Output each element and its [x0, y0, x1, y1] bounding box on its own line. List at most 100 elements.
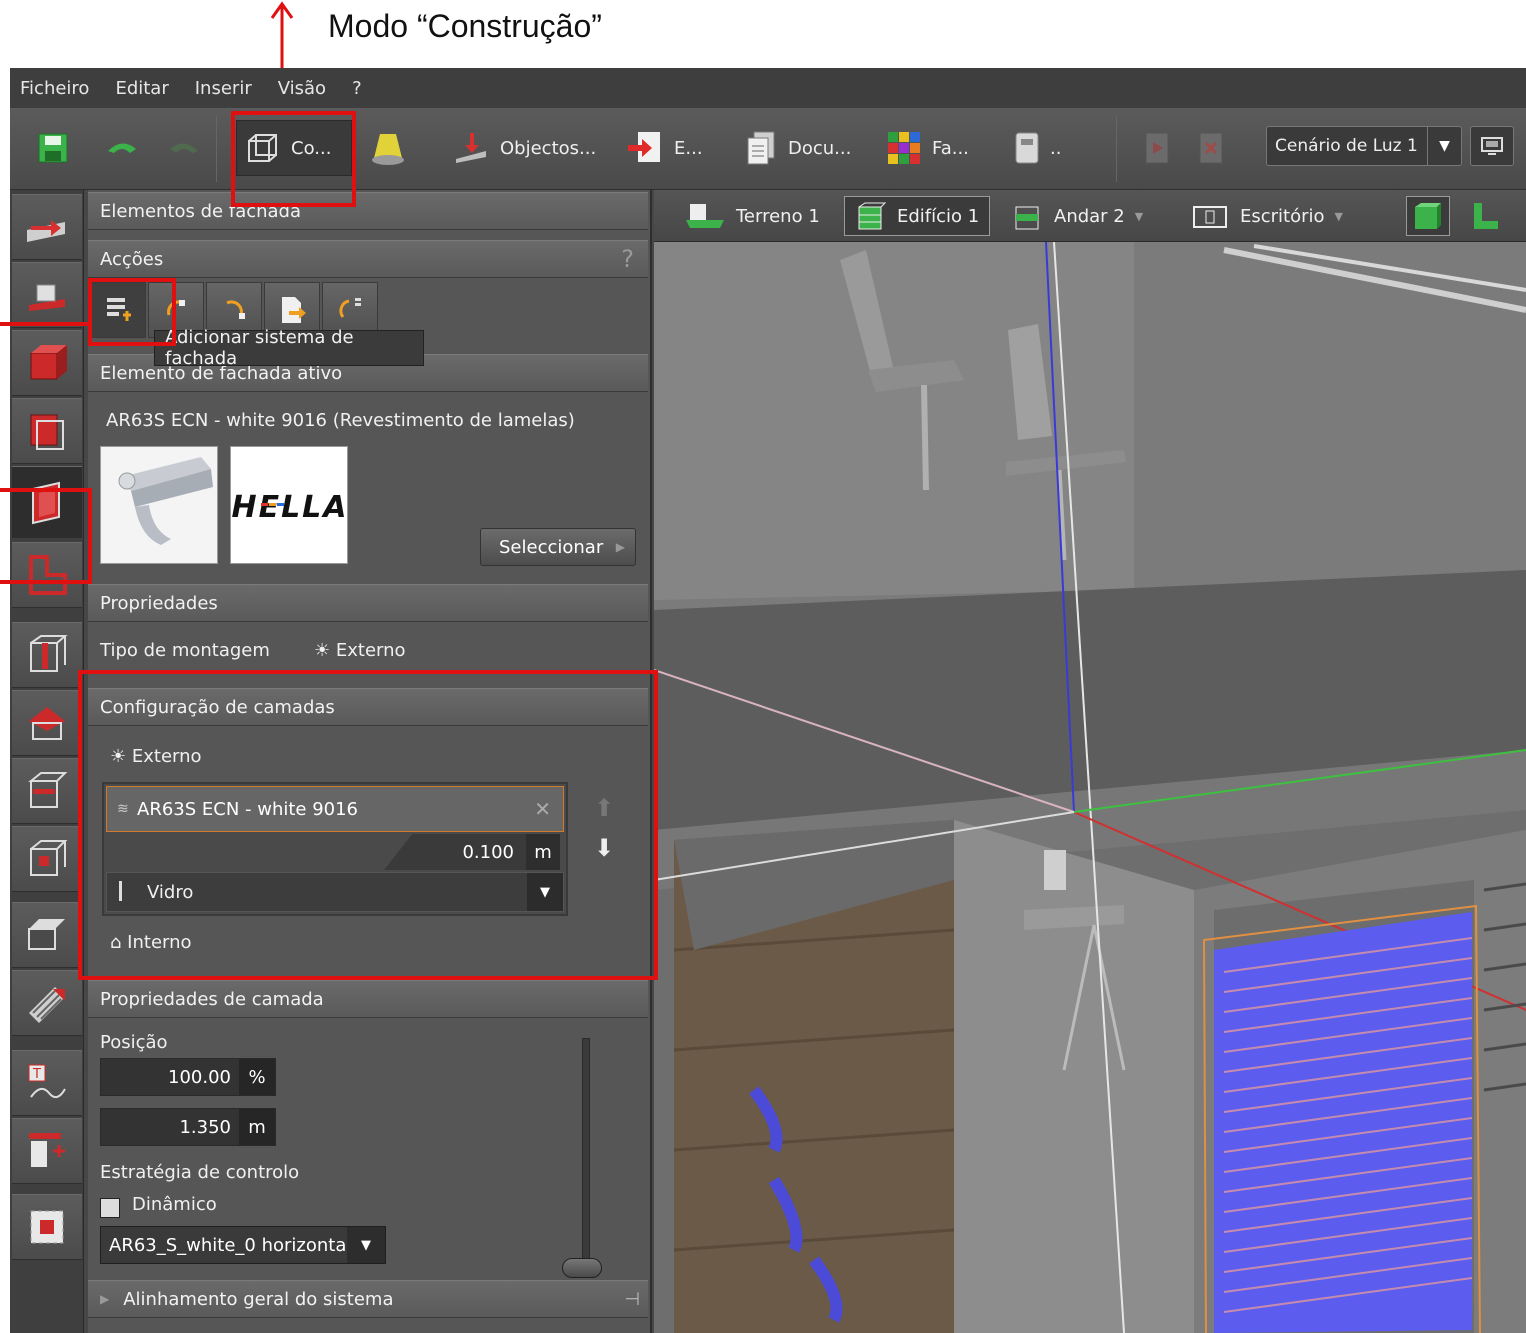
- position-meters-field[interactable]: 1.350 m: [100, 1108, 276, 1146]
- menu-help[interactable]: ?: [352, 78, 362, 99]
- document-export-icon: [282, 297, 306, 323]
- slat-profile-image: [101, 447, 217, 563]
- sun-icon: ☀: [110, 746, 127, 767]
- active-element-name: AR63S ECN - white 9016 (Revestimento de …: [106, 410, 575, 431]
- arrow-import-icon: [27, 220, 65, 242]
- room-tool-button[interactable]: [12, 542, 82, 608]
- position-meters-unit: m: [239, 1109, 275, 1145]
- svg-text:T: T: [32, 1067, 41, 1082]
- room-outline-icon: [29, 555, 67, 595]
- menu-file[interactable]: Ficheiro: [20, 78, 89, 99]
- export-button[interactable]: E...: [626, 120, 703, 176]
- close-icon[interactable]: ✕: [534, 797, 551, 821]
- position-percent-unit: %: [239, 1059, 275, 1095]
- brand-logo: HELLA: [230, 446, 348, 564]
- undo-icon: [108, 143, 136, 153]
- dynamic-checkbox[interactable]: [100, 1198, 120, 1218]
- measure-tool-button[interactable]: [12, 1194, 82, 1260]
- column-tool-button[interactable]: [12, 622, 82, 688]
- layer-name: AR63S ECN - white 9016: [137, 798, 359, 820]
- thickness-unit: m: [526, 834, 560, 870]
- light-mode-button[interactable]: [368, 120, 408, 176]
- save-button[interactable]: [36, 120, 70, 176]
- layer-stack: ≋ AR63S ECN - white 9016 ✕ 0.100 m Vidro…: [102, 782, 568, 916]
- furniture-tool-button[interactable]: [12, 262, 82, 328]
- chevron-right-icon: ▶: [615, 540, 625, 554]
- move-layer-up-icon[interactable]: ⬆: [594, 794, 614, 822]
- hatch-tool-button[interactable]: [12, 970, 82, 1036]
- plan-view-button[interactable]: [1470, 196, 1500, 236]
- add-facade-system-button[interactable]: [90, 282, 146, 338]
- terrain-breadcrumb[interactable]: Terreno 1: [684, 196, 820, 236]
- position-slider-track[interactable]: [582, 1038, 590, 1278]
- light-scene-select[interactable]: Cenário de Luz 1 ▼: [1266, 126, 1462, 166]
- 3d-view-button[interactable]: [1406, 196, 1450, 236]
- chevron-down-icon: ▼: [347, 1227, 385, 1263]
- select-button-label: Seleccionar: [499, 536, 604, 558]
- lamp-icon: [372, 134, 404, 165]
- menu-insert[interactable]: Inserir: [195, 78, 252, 99]
- highlight-connector-line: [0, 322, 90, 326]
- add-list-icon: [107, 298, 131, 321]
- more-label: ..: [1050, 137, 1062, 159]
- move-layer-down-icon[interactable]: ⬇: [594, 834, 614, 862]
- menu-view[interactable]: Visão: [278, 78, 326, 99]
- text-curve-icon: T: [28, 1064, 66, 1099]
- drag-handle-icon[interactable]: ≋: [117, 801, 129, 817]
- navigation-bar: Terreno 1 Edifício 1 Andar 2 ▼ Escritóri…: [654, 190, 1526, 242]
- mounting-value-text: Externo: [335, 640, 406, 661]
- layer-props-header: Propriedades de camada: [88, 980, 648, 1018]
- alignment-header[interactable]: ▶ Alinhamento geral do sistema ⊣: [88, 1280, 648, 1318]
- position-slider-handle[interactable]: [562, 1258, 602, 1278]
- room-breadcrumb[interactable]: Escritório ▼: [1190, 196, 1343, 236]
- help-icon[interactable]: ?: [621, 245, 634, 273]
- control-profile-select[interactable]: AR63_S_white_0 horizontal ▼: [100, 1226, 386, 1264]
- play-button[interactable]: [1144, 120, 1170, 176]
- construction-mode-button[interactable]: Co...: [236, 120, 352, 176]
- chevron-down-icon: ▼: [527, 873, 563, 911]
- presentation-button[interactable]: [1470, 126, 1514, 166]
- redo-button[interactable]: [164, 120, 204, 176]
- measure-frame-icon: [30, 1210, 64, 1244]
- facade-tool-button[interactable]: [12, 466, 82, 538]
- text-tool-button[interactable]: T: [12, 1050, 82, 1116]
- walls-tool-button[interactable]: [12, 330, 82, 396]
- interior-tool-button[interactable]: [12, 826, 82, 892]
- layer-item[interactable]: ≋ AR63S ECN - white 9016 ✕: [106, 786, 564, 832]
- terrain-icon: [686, 204, 724, 228]
- pin-icon[interactable]: ⊣: [624, 1289, 640, 1310]
- cut-tool-button[interactable]: [12, 902, 82, 968]
- site-tool-button[interactable]: [12, 194, 82, 260]
- hella-logo: HELLA: [231, 447, 348, 563]
- stop-button[interactable]: [1198, 120, 1224, 176]
- glass-layer-select[interactable]: Vidro ▼: [106, 872, 564, 912]
- layer-thickness-field[interactable]: 0.100 m: [384, 834, 560, 870]
- insert-tool-button[interactable]: [12, 1118, 82, 1184]
- 3d-viewport[interactable]: Terreno 1 Edifício 1 Andar 2 ▼ Escritóri…: [654, 190, 1526, 1333]
- menu-edit[interactable]: Editar: [115, 78, 168, 99]
- roof-tool-button[interactable]: [12, 690, 82, 756]
- internal-side-text: Interno: [127, 932, 192, 953]
- objects-button[interactable]: Objectos...: [452, 120, 596, 176]
- more-button[interactable]: ..: [1014, 120, 1061, 176]
- section-cut-icon: [28, 919, 65, 950]
- false-color-button[interactable]: Fa...: [886, 120, 969, 176]
- select-product-button[interactable]: Seleccionar ▶: [480, 528, 636, 566]
- chevron-down-icon: ▼: [1427, 127, 1461, 165]
- app-window: Ficheiro Editar Inserir Visão ? Co... Ob…: [10, 68, 1526, 1333]
- redo-icon: [170, 143, 198, 153]
- floor-breadcrumb[interactable]: Andar 2 ▼: [1012, 196, 1143, 236]
- building-breadcrumb[interactable]: Edifício 1: [844, 196, 991, 236]
- openings-tool-button[interactable]: [12, 398, 82, 464]
- undo-button[interactable]: [102, 120, 142, 176]
- wall-cube-icon: [30, 345, 67, 380]
- position-percent-field[interactable]: 100.00 %: [100, 1058, 276, 1096]
- position-meters-value: 1.350: [179, 1116, 231, 1138]
- objects-label: Objectos...: [500, 137, 597, 159]
- documentation-button[interactable]: Docu...: [744, 120, 851, 176]
- cancel-calc-icon: [1199, 132, 1223, 164]
- green-cube-icon: [1415, 203, 1441, 229]
- svg-text:HELLA: HELLA: [231, 490, 348, 525]
- mounting-type-value[interactable]: ☀ Externo: [314, 640, 406, 661]
- slab-tool-button[interactable]: [12, 758, 82, 824]
